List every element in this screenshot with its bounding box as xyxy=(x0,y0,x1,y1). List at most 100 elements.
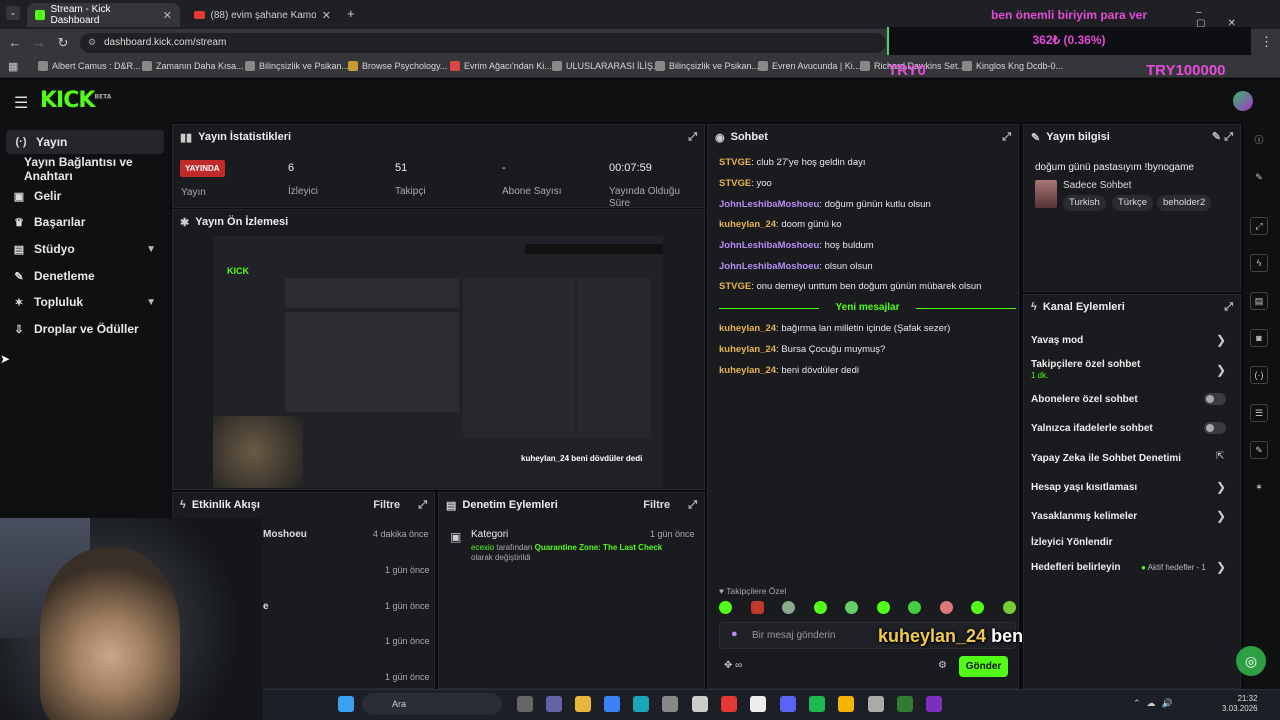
app-icon[interactable] xyxy=(897,696,913,712)
store-icon[interactable] xyxy=(662,696,678,712)
subs-only-item[interactable]: Abonelere özel sohbet xyxy=(1031,394,1138,405)
teams-icon[interactable] xyxy=(546,696,562,712)
sidebar-item-stream[interactable]: (·) Yayın xyxy=(6,130,164,154)
forward-icon[interactable]: → xyxy=(30,34,48,52)
chevron-right-icon[interactable]: ❯ xyxy=(1216,560,1226,574)
emote-icon[interactable] xyxy=(939,601,953,614)
menu-icon[interactable]: ☰ xyxy=(14,93,28,113)
chat-username[interactable]: JohnLeshibaMoshoeu xyxy=(719,199,819,210)
tab-menu-icon[interactable]: ⌄ xyxy=(6,6,20,20)
task-view-icon[interactable] xyxy=(517,696,533,712)
expand-tool-icon[interactable]: ⤢ xyxy=(1250,217,1268,235)
emote-icon[interactable] xyxy=(719,601,732,614)
bookmark[interactable]: Evren Avucunda | Ki... xyxy=(758,61,860,71)
emote-icon[interactable] xyxy=(876,601,890,614)
banned-words-item[interactable]: Yasaklanmış kelimeler xyxy=(1031,511,1137,522)
bolt-icon[interactable]: ϟ xyxy=(1250,254,1268,272)
youtube-icon[interactable] xyxy=(721,696,737,712)
chat-username[interactable]: STVGE xyxy=(719,157,751,168)
emote-only-item[interactable]: Yalnızca ifadelerle sohbet xyxy=(1031,423,1153,434)
chat-settings-icon[interactable]: ⚙ xyxy=(938,660,947,671)
bookmark[interactable]: Albert Camus : D&R... xyxy=(38,61,141,71)
expand-icon[interactable]: ⤢ xyxy=(418,499,427,512)
new-tab-button[interactable]: + xyxy=(347,6,355,21)
bookmark[interactable]: Zamanın Daha Kısa... xyxy=(142,61,244,71)
chat-username[interactable]: kuheylan_24 xyxy=(719,323,776,334)
chat-username[interactable]: kuheylan_24 xyxy=(719,344,776,355)
pencil-icon[interactable]: ✎ xyxy=(1250,169,1268,187)
raid-item[interactable]: İzleyici Yönlendir xyxy=(1031,537,1113,548)
expand-icon[interactable]: ⤢ xyxy=(688,131,697,144)
account-age-item[interactable]: Hesap yaşı kısıtlaması xyxy=(1031,482,1137,493)
expand-icon[interactable]: ⤢ xyxy=(1002,131,1011,144)
user-avatar[interactable] xyxy=(1233,91,1253,111)
start-icon[interactable] xyxy=(338,696,354,712)
chevron-right-icon[interactable]: ❯ xyxy=(1216,333,1226,347)
emote-icon[interactable] xyxy=(845,601,859,614)
category-name[interactable]: Sadece Sohbet xyxy=(1063,180,1131,191)
bookmark[interactable]: Browse Psychology... xyxy=(348,61,447,71)
emote-icon[interactable] xyxy=(971,601,985,614)
chat-username[interactable]: STVGE xyxy=(719,178,751,189)
edge-icon[interactable] xyxy=(633,696,649,712)
info-icon[interactable]: ⓘ xyxy=(1250,132,1268,150)
close-tab-icon[interactable]: ✕ xyxy=(163,9,172,22)
tab-youtube[interactable]: (88) evim şahane Kamon(come ✕ xyxy=(186,3,339,27)
url-field[interactable]: dashboard.kick.com/stream xyxy=(80,33,886,53)
emote-only-toggle[interactable] xyxy=(1204,422,1226,434)
sidebar-item-community[interactable]: ✶ Topluluk ▼ xyxy=(0,290,166,314)
support-button[interactable]: ◎ xyxy=(1236,646,1266,676)
site-info-icon[interactable]: ⚙ xyxy=(88,37,96,48)
mod-game[interactable]: Quarantine Zone: The Last Check xyxy=(535,543,663,552)
apps-icon[interactable]: ▦ xyxy=(8,60,18,73)
back-icon[interactable]: ← xyxy=(6,34,24,52)
obs-icon[interactable] xyxy=(926,696,942,712)
external-link-icon[interactable]: ⇱ xyxy=(1216,451,1224,462)
goals-item[interactable]: Hedefleri belirleyin xyxy=(1031,562,1120,573)
ai-moderation-item[interactable]: Yapay Zeka ile Sohbet Denetimi xyxy=(1031,453,1181,464)
bookmark[interactable]: Bilinçsizlik ve Psikan... xyxy=(245,61,349,71)
chevron-right-icon[interactable]: ❯ xyxy=(1216,509,1226,523)
taskbar-search[interactable]: Ara xyxy=(362,693,502,715)
expand-icon[interactable]: ⤢ xyxy=(1224,301,1233,314)
browser-menu-icon[interactable]: ⋮ xyxy=(1260,34,1273,50)
bookmark[interactable]: Bilinçsizlik ve Psikan... xyxy=(655,61,759,71)
chatgpt-icon[interactable] xyxy=(692,696,708,712)
tab-kick-dashboard[interactable]: Stream - Kick Dashboard ✕ xyxy=(27,3,180,27)
discord-icon[interactable] xyxy=(780,696,796,712)
emote-icon[interactable] xyxy=(813,601,827,614)
microphone-icon[interactable]: ● xyxy=(731,628,738,640)
chat-username[interactable]: JohnLeshibaMoshoeu xyxy=(719,240,819,251)
chat-username[interactable]: STVGE xyxy=(719,281,751,292)
sidebar-item-moderation[interactable]: ✎ Denetleme xyxy=(0,264,166,288)
expand-icon[interactable]: ⤢ xyxy=(688,499,697,512)
edit-icon[interactable]: ✎ ⤢ xyxy=(1212,130,1233,144)
tag[interactable]: Turkish xyxy=(1063,195,1106,211)
bookmark[interactable]: Kinglos Kng Dcdb-0... xyxy=(962,61,1063,71)
emote-icon[interactable] xyxy=(782,601,796,614)
emote-icon[interactable] xyxy=(750,601,764,614)
sidebar-item-revenue[interactable]: ▣ Gelir xyxy=(0,184,166,208)
chat-username[interactable]: kuheylan_24 xyxy=(719,219,776,230)
tag[interactable]: beholder2 xyxy=(1157,195,1212,211)
sidebar-item-studio[interactable]: ▤ Stüdyo ▼ xyxy=(0,237,166,261)
document-icon[interactable]: ▤ xyxy=(1250,292,1268,310)
bookmark[interactable]: Evrim Ağacı'ndan Ki... xyxy=(450,61,552,71)
tag[interactable]: Türkçe xyxy=(1112,195,1154,211)
chat-tools-icon[interactable]: ✥ ∞ xyxy=(724,660,742,671)
settings-icon[interactable] xyxy=(868,696,884,712)
list-icon[interactable]: ☰ xyxy=(1250,404,1268,422)
explorer-icon[interactable] xyxy=(575,696,591,712)
system-tray-icons[interactable]: ⌃☁🔊 xyxy=(1133,698,1179,709)
emote-icon[interactable] xyxy=(908,601,922,614)
community-tool-icon[interactable]: ✶ xyxy=(1250,479,1268,497)
clock[interactable]: 21:32 3.03.2026 xyxy=(1222,694,1258,714)
reload-icon[interactable]: ↻ xyxy=(54,34,72,52)
wrench-tool-icon[interactable]: ✎ xyxy=(1250,441,1268,459)
sidebar-item-achievements[interactable]: ♛ Başarılar xyxy=(0,210,166,234)
kick-logo[interactable]: KICKBETA xyxy=(40,88,111,113)
capcut-icon[interactable] xyxy=(750,696,766,712)
spotify-icon[interactable] xyxy=(809,696,825,712)
chat-bubble-icon[interactable]: ◙ xyxy=(1250,329,1268,347)
send-button[interactable]: Gönder xyxy=(959,656,1008,677)
